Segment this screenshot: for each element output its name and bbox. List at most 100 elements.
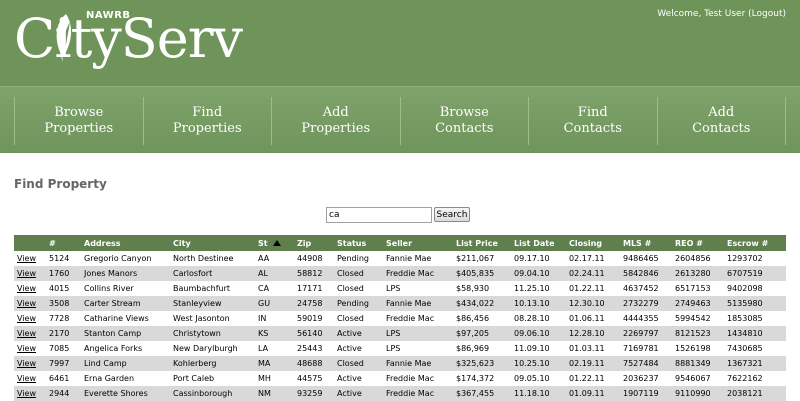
column-header-number[interactable]: # (46, 235, 81, 251)
cell-list-price: $86,456 (456, 314, 490, 323)
cell-escrow: 1853085 (727, 314, 763, 323)
column-header-status[interactable]: Status (334, 235, 383, 251)
nav-browse-properties[interactable]: Browse Properties (14, 97, 143, 145)
cell-city: Stanleyview (173, 299, 222, 308)
column-header-label: # (49, 238, 56, 248)
cell-list-price: $174,372 (456, 374, 495, 383)
cell-state: AA (258, 254, 270, 263)
cell-seller: Freddie Mac (386, 314, 435, 323)
cell-zip: 56140 (297, 329, 323, 338)
cell-address: Jones Manors (84, 269, 138, 278)
view-link[interactable]: View (17, 329, 36, 338)
cell-list-date: 11.09.10 (514, 344, 550, 353)
cell-list-date: 10.25.10 (514, 359, 550, 368)
column-header-list-price[interactable]: List Price (453, 235, 511, 251)
column-header-city[interactable]: City (170, 235, 255, 251)
cell-seller: Freddie Mac (386, 269, 435, 278)
nav-find-contacts[interactable]: Find Contacts (528, 97, 657, 145)
cell-address: Erna Garden (84, 374, 135, 383)
cell-list-date: 08.28.10 (514, 314, 550, 323)
nav-add-properties[interactable]: Add Properties (271, 97, 400, 145)
cityserv-logo[interactable]: CityServ NAWRB (14, 4, 243, 76)
results-table: # Address City St Zip Status Seller List Price L… (14, 235, 786, 401)
cell-city: Carlosfort (173, 269, 213, 278)
table-row: View 1760 Jones Manors Carlosfort AL 58812 Clo… (14, 266, 786, 281)
column-header-label: St (258, 238, 268, 248)
column-header-closing[interactable]: Closing (566, 235, 620, 251)
cell-list-price: $58,930 (456, 284, 490, 293)
logout-link[interactable]: (Logout) (748, 9, 786, 19)
cell-escrow: 7622162 (727, 374, 763, 383)
column-header-label: REO # (675, 238, 703, 248)
cell-escrow: 1293702 (727, 254, 763, 263)
column-header-view (14, 235, 46, 251)
column-header-label: Zip (297, 238, 312, 248)
cell-address: Catharine Views (84, 314, 149, 323)
view-link[interactable]: View (17, 344, 36, 353)
cell-escrow: 5135980 (727, 299, 763, 308)
cell-escrow: 9402098 (727, 284, 763, 293)
column-header-list-date[interactable]: List Date (511, 235, 566, 251)
cell-zip: 25443 (297, 344, 323, 353)
column-header-zip[interactable]: Zip (294, 235, 334, 251)
sort-ascending-icon[interactable] (272, 239, 281, 246)
cell-seller: LPS (386, 344, 401, 353)
cell-number: 2170 (49, 329, 70, 338)
view-link[interactable]: View (17, 269, 36, 278)
welcome-text: Welcome, Test User (657, 9, 746, 19)
view-cell: View (14, 341, 46, 356)
cell-reo: 8121523 (675, 329, 711, 338)
cell-number: 3508 (49, 299, 70, 308)
cell-city: Christytown (173, 329, 221, 338)
cell-seller: Fannie Mae (386, 299, 432, 308)
view-link[interactable]: View (17, 314, 36, 323)
cell-status: Pending (337, 254, 369, 263)
view-link[interactable]: View (17, 299, 36, 308)
cell-state: NM (258, 389, 271, 398)
search-button[interactable]: Search (434, 207, 470, 222)
view-link[interactable]: View (17, 284, 36, 293)
column-header-address[interactable]: Address (81, 235, 170, 251)
cell-number: 1760 (49, 269, 70, 278)
cell-closing: 02.19.11 (569, 359, 605, 368)
column-header-reo[interactable]: REO # (672, 235, 724, 251)
nav-find-properties[interactable]: Find Properties (142, 97, 272, 145)
cell-address: Collins River (84, 284, 134, 293)
column-header-seller[interactable]: Seller (383, 235, 453, 251)
cell-reo: 9546067 (675, 374, 711, 383)
column-header-label: MLS # (623, 238, 652, 248)
cell-closing: 01.09.11 (569, 389, 605, 398)
cell-mls: 7527484 (623, 359, 659, 368)
cell-mls: 2732279 (623, 299, 659, 308)
table-row: View 3508 Carter Stream Stanleyview GU 24758 P… (14, 296, 786, 311)
cell-mls: 1907119 (623, 389, 659, 398)
cell-zip: 44908 (297, 254, 323, 263)
cell-escrow: 7430685 (727, 344, 763, 353)
column-header-label: Status (337, 238, 367, 248)
cell-reo: 8881349 (675, 359, 711, 368)
cell-address: Lind Camp (84, 359, 127, 368)
cell-seller: Freddie Mac (386, 389, 435, 398)
column-header-state[interactable]: St (255, 235, 294, 251)
cell-closing: 12.30.10 (569, 299, 605, 308)
view-cell: View (14, 371, 46, 386)
view-link[interactable]: View (17, 254, 36, 263)
cell-state: IN (258, 314, 267, 323)
view-cell: View (14, 296, 46, 311)
column-header-escrow[interactable]: Escrow # (724, 235, 786, 251)
cell-status: Pending (337, 299, 369, 308)
column-header-label: Closing (569, 238, 603, 248)
nav-add-contacts[interactable]: Add Contacts (656, 97, 786, 145)
cell-list-price: $405,835 (456, 269, 495, 278)
cell-status: Active (337, 329, 362, 338)
view-link[interactable]: View (17, 389, 36, 398)
search-input[interactable] (326, 207, 432, 223)
view-link[interactable]: View (17, 359, 36, 368)
column-header-mls[interactable]: MLS # (620, 235, 672, 251)
cell-list-price: $211,067 (456, 254, 495, 263)
cell-closing: 01.03.11 (569, 344, 605, 353)
view-link[interactable]: View (17, 374, 36, 383)
cell-city: Baumbachfurt (173, 284, 231, 293)
table-row: View 7085 Angelica Forks New Darylburgh LA 25… (14, 341, 786, 356)
nav-browse-contacts[interactable]: Browse Contacts (399, 97, 529, 145)
